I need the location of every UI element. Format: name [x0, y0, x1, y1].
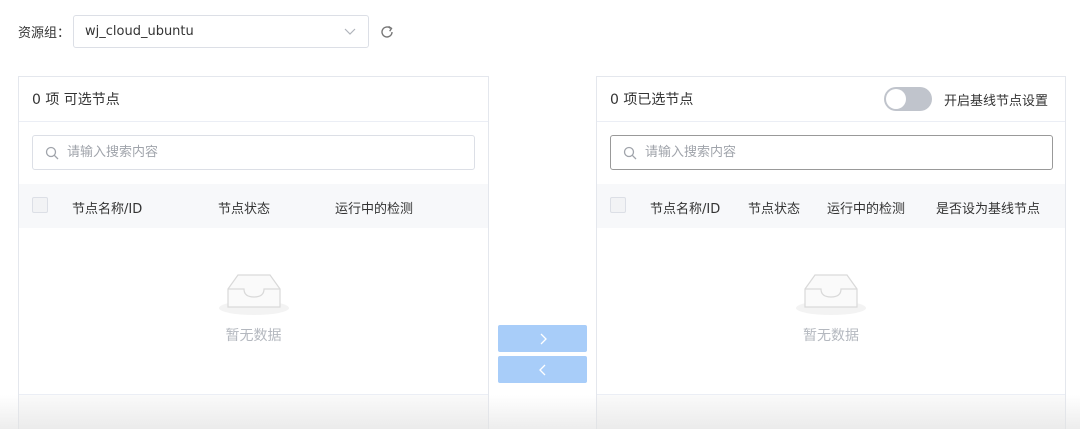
column-running-checks: 运行中的检测 — [827, 202, 906, 217]
column-node-status: 节点状态 — [218, 202, 271, 217]
move-right-button[interactable] — [498, 325, 587, 352]
search-icon — [45, 146, 59, 159]
baseline-toggle-label: 开启基线节点设置 — [943, 93, 1048, 109]
column-is-baseline: 是否设为基线节点 — [936, 202, 1041, 217]
available-select-all-checkbox[interactable] — [32, 197, 48, 213]
available-nodes-header: 0 项 可选节点 — [19, 77, 488, 122]
column-node-name: 节点名称/ID — [650, 202, 721, 217]
empty-inbox-icon — [796, 274, 866, 315]
available-empty-text: 暂无数据 — [225, 328, 282, 344]
selected-empty-state: 暂无数据 — [597, 267, 1065, 345]
available-search-input[interactable] — [65, 144, 429, 161]
column-running-checks: 运行中的检测 — [335, 202, 414, 217]
baseline-node-toggle[interactable] — [883, 87, 932, 111]
resource-group-value: wj_cloud_ubuntu — [85, 24, 194, 39]
resource-group-select[interactable]: wj_cloud_ubuntu — [73, 15, 369, 48]
node-transfer-page: 资源组： wj_cloud_ubuntu 0 项 可选节点 节点名称/ID — [0, 0, 1080, 429]
search-icon — [623, 146, 637, 159]
available-table-header: 节点名称/ID 节点状态 运行中的检测 — [19, 184, 488, 228]
chevron-down-icon — [344, 28, 356, 35]
column-node-status: 节点状态 — [748, 202, 801, 217]
available-empty-state: 暂无数据 — [19, 267, 488, 345]
selected-select-all-checkbox[interactable] — [610, 197, 626, 213]
selected-table-header: 节点名称/ID 节点状态 运行中的检测 是否设为基线节点 — [597, 184, 1065, 228]
selected-search-box[interactable] — [610, 135, 1053, 170]
available-search-box[interactable] — [32, 135, 475, 170]
resource-group-label: 资源组： — [18, 26, 71, 41]
resource-group-row: 资源组： wj_cloud_ubuntu — [18, 14, 395, 49]
refresh-icon[interactable] — [379, 24, 395, 40]
chevron-left-icon — [538, 364, 545, 375]
available-nodes-title: 0 项 可选节点 — [32, 92, 120, 108]
selected-nodes-title: 0 项已选节点 — [610, 92, 694, 108]
selected-empty-text: 暂无数据 — [803, 328, 859, 344]
available-nodes-panel: 0 项 可选节点 节点名称/ID 节点状态 运行中的检测 暂无数据 — [18, 76, 489, 429]
selected-search-input[interactable] — [643, 144, 1007, 161]
available-panel-footer — [19, 394, 488, 429]
baseline-toggle-group: 开启基线节点设置 — [883, 87, 1048, 111]
selected-nodes-header: 0 项已选节点 开启基线节点设置 — [597, 77, 1065, 122]
selected-panel-footer — [597, 394, 1065, 429]
chevron-right-icon — [540, 333, 547, 344]
move-left-button[interactable] — [498, 356, 587, 383]
empty-inbox-icon — [218, 274, 289, 315]
selected-nodes-panel: 0 项已选节点 开启基线节点设置 节点名称/ID 节点状态 运行中的检测 是否设… — [596, 76, 1066, 429]
column-node-name: 节点名称/ID — [72, 202, 143, 217]
